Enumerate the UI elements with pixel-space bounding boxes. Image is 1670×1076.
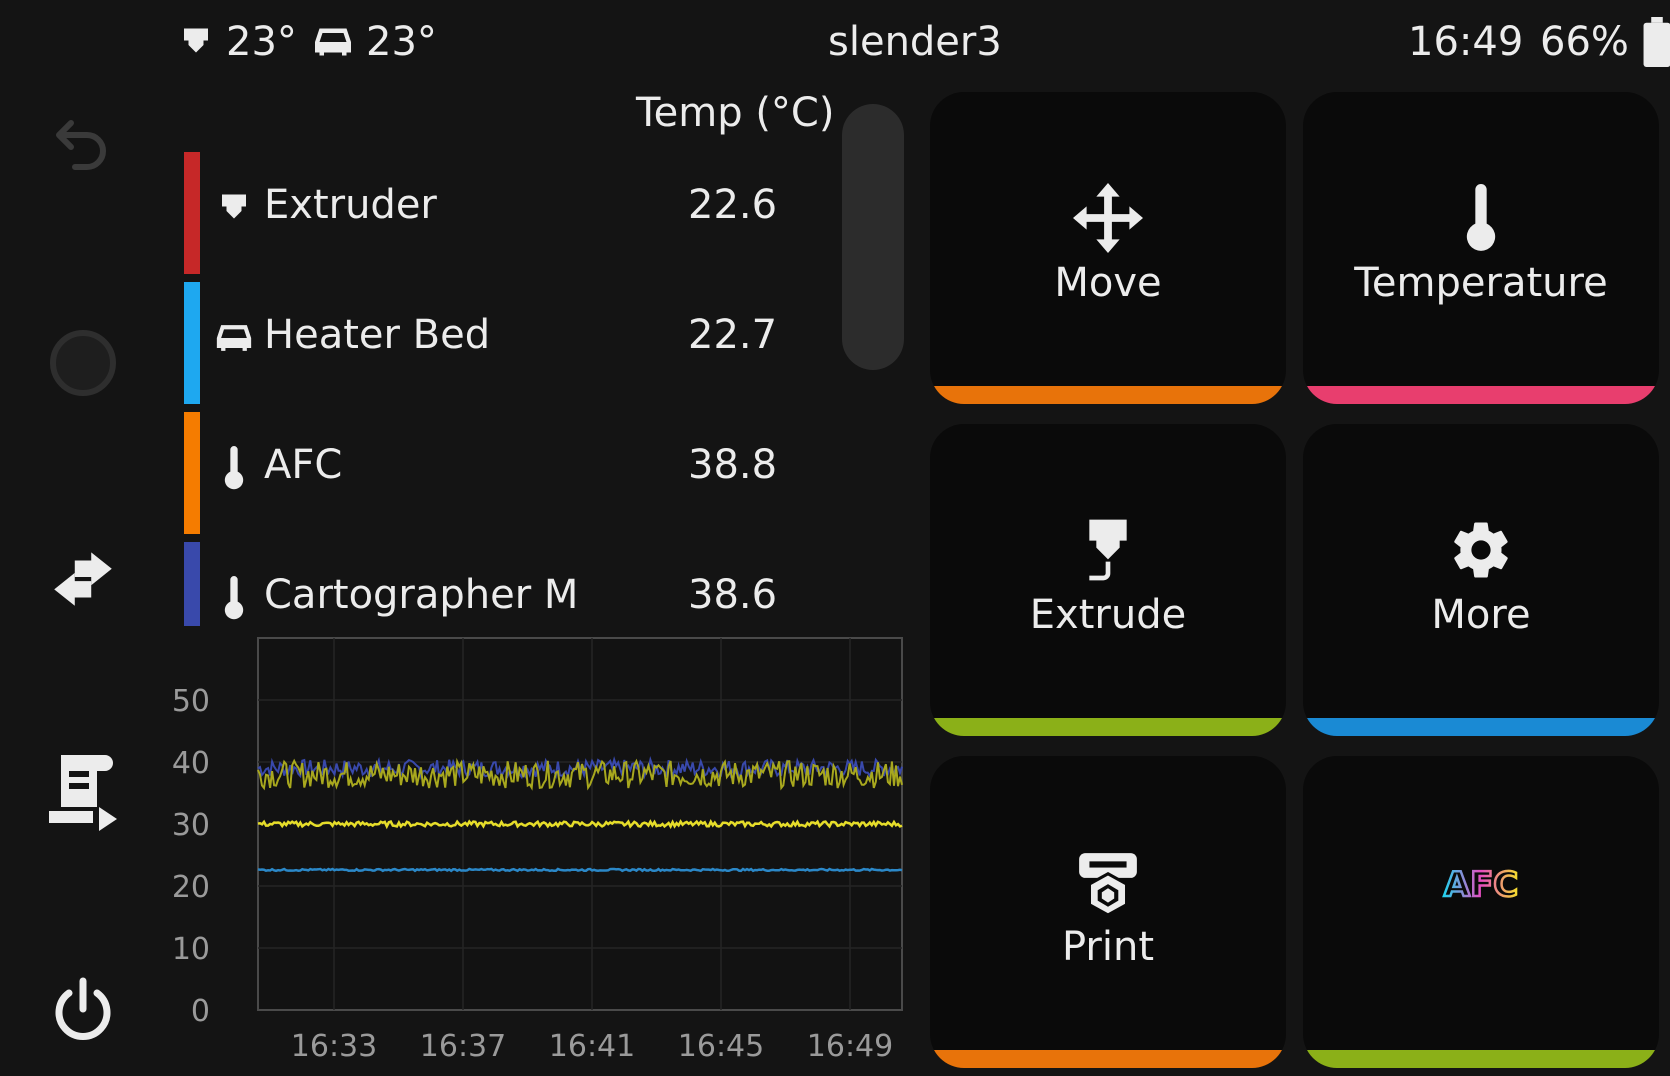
- more-button[interactable]: More: [1303, 424, 1659, 736]
- temperature-label: Temperature: [1354, 260, 1608, 306]
- stop-circle-icon: [50, 330, 116, 396]
- heater-name: Heater Bed: [264, 312, 491, 358]
- extruder-status: 23°: [178, 16, 297, 68]
- heater-temp: 38.8: [688, 442, 778, 488]
- power-icon: [55, 977, 111, 1040]
- x-tick-label: 16:49: [807, 1029, 893, 1064]
- bed-icon: [214, 316, 254, 360]
- temperature-button[interactable]: Temperature: [1303, 92, 1659, 404]
- heater-temp: 22.6: [688, 182, 778, 228]
- sidebar: [0, 86, 166, 1076]
- extruder-temp: 23°: [226, 19, 297, 65]
- heater-row-afc[interactable]: AFC 38.8: [178, 402, 838, 534]
- more-accent: [1303, 718, 1659, 736]
- heater-row-extruder[interactable]: Extruder 22.6: [178, 142, 838, 274]
- extrude-button[interactable]: Extrude: [930, 424, 1286, 736]
- back-icon: [56, 120, 106, 170]
- afc-logo-icon: AFC: [1303, 848, 1659, 924]
- temperature-accent: [1303, 386, 1659, 404]
- temperature-graph: 0 10 20 30 40 50 16:33 16:37 16:41 16:45 16:49: [172, 637, 903, 1064]
- bed-icon: [315, 28, 351, 56]
- print-label: Print: [1061, 924, 1154, 970]
- status-bar: 23° 23° slender3 16:49 66%: [0, 0, 1670, 86]
- temperature-list[interactable]: Extruder 22.6 Heater Bed 22.7 AFC 38.8 C…: [178, 142, 838, 626]
- thermometer-icon: [214, 576, 254, 620]
- heater-color-bar: [184, 412, 200, 534]
- printer-name: slender3: [828, 19, 1002, 65]
- temperature-list-scrollbar[interactable]: [842, 104, 904, 370]
- x-tick-label: 16:37: [420, 1029, 506, 1064]
- move-label: Move: [1054, 260, 1162, 306]
- bed-status: 23°: [312, 16, 437, 68]
- move-button[interactable]: Move: [930, 92, 1286, 404]
- extruder-icon: [184, 28, 208, 53]
- heater-color-bar: [184, 152, 200, 274]
- swap-arrows-icon: [54, 552, 112, 606]
- y-tick-label: 0: [191, 994, 210, 1029]
- x-axis-ticks: 16:33 16:37 16:41 16:45 16:49: [291, 1029, 893, 1064]
- temp-column-header: Temp (°C): [636, 90, 835, 136]
- heater-row-cartographer[interactable]: Cartographer M 38.6: [178, 532, 838, 626]
- x-tick-label: 16:33: [291, 1029, 377, 1064]
- x-tick-label: 16:45: [678, 1029, 764, 1064]
- shortcut-button[interactable]: [38, 532, 128, 622]
- afc-button[interactable]: AFC: [1303, 756, 1659, 1068]
- y-axis-ticks: 0 10 20 30 40 50: [172, 684, 210, 1029]
- x-tick-label: 16:41: [549, 1029, 635, 1064]
- thermometer-icon: [214, 446, 254, 490]
- y-tick-label: 30: [172, 808, 210, 843]
- thermometer-icon: [1303, 180, 1659, 256]
- extrude-label: Extrude: [1029, 592, 1187, 638]
- battery-level: 66%: [1540, 19, 1629, 65]
- extruder-icon: [930, 512, 1286, 588]
- print-button[interactable]: Print: [930, 756, 1286, 1068]
- extruder-icon: [214, 186, 254, 230]
- heater-name: Cartographer M: [264, 572, 579, 618]
- macros-button[interactable]: [38, 746, 128, 836]
- klipper-screen: 23° 23° slender3 16:49 66% Temp (°C) Ext…: [0, 0, 1670, 1076]
- printer-cube-icon: [930, 844, 1286, 920]
- bed-temp: 23°: [366, 19, 437, 65]
- y-tick-label: 40: [172, 746, 210, 781]
- battery-status: 66%: [1540, 16, 1670, 68]
- heater-name: Extruder: [264, 182, 437, 228]
- more-label: More: [1431, 592, 1531, 638]
- emergency-stop-button[interactable]: [38, 318, 128, 408]
- afc-logo-text: AFC: [1444, 865, 1519, 905]
- heater-color-bar: [184, 282, 200, 404]
- heater-temp: 38.6: [688, 572, 778, 618]
- series-line-3: [257, 867, 903, 873]
- extrude-accent: [930, 718, 1286, 736]
- afc-accent: [1303, 1050, 1659, 1068]
- heater-row-bed[interactable]: Heater Bed 22.7: [178, 272, 838, 404]
- gear-icon: [1303, 512, 1659, 588]
- y-tick-label: 50: [172, 684, 210, 719]
- heater-name: AFC: [264, 442, 343, 488]
- heater-temp: 22.7: [688, 312, 778, 358]
- move-arrows-icon: [930, 180, 1286, 256]
- power-button[interactable]: [38, 966, 128, 1056]
- back-button[interactable]: [38, 100, 128, 190]
- move-accent: [930, 386, 1286, 404]
- y-tick-label: 10: [172, 932, 210, 967]
- battery-icon: [1643, 17, 1670, 67]
- clock: 16:49: [1408, 19, 1524, 65]
- y-tick-label: 20: [172, 870, 210, 905]
- print-accent: [930, 1050, 1286, 1068]
- heater-color-bar: [184, 542, 200, 626]
- script-run-icon: [49, 755, 117, 831]
